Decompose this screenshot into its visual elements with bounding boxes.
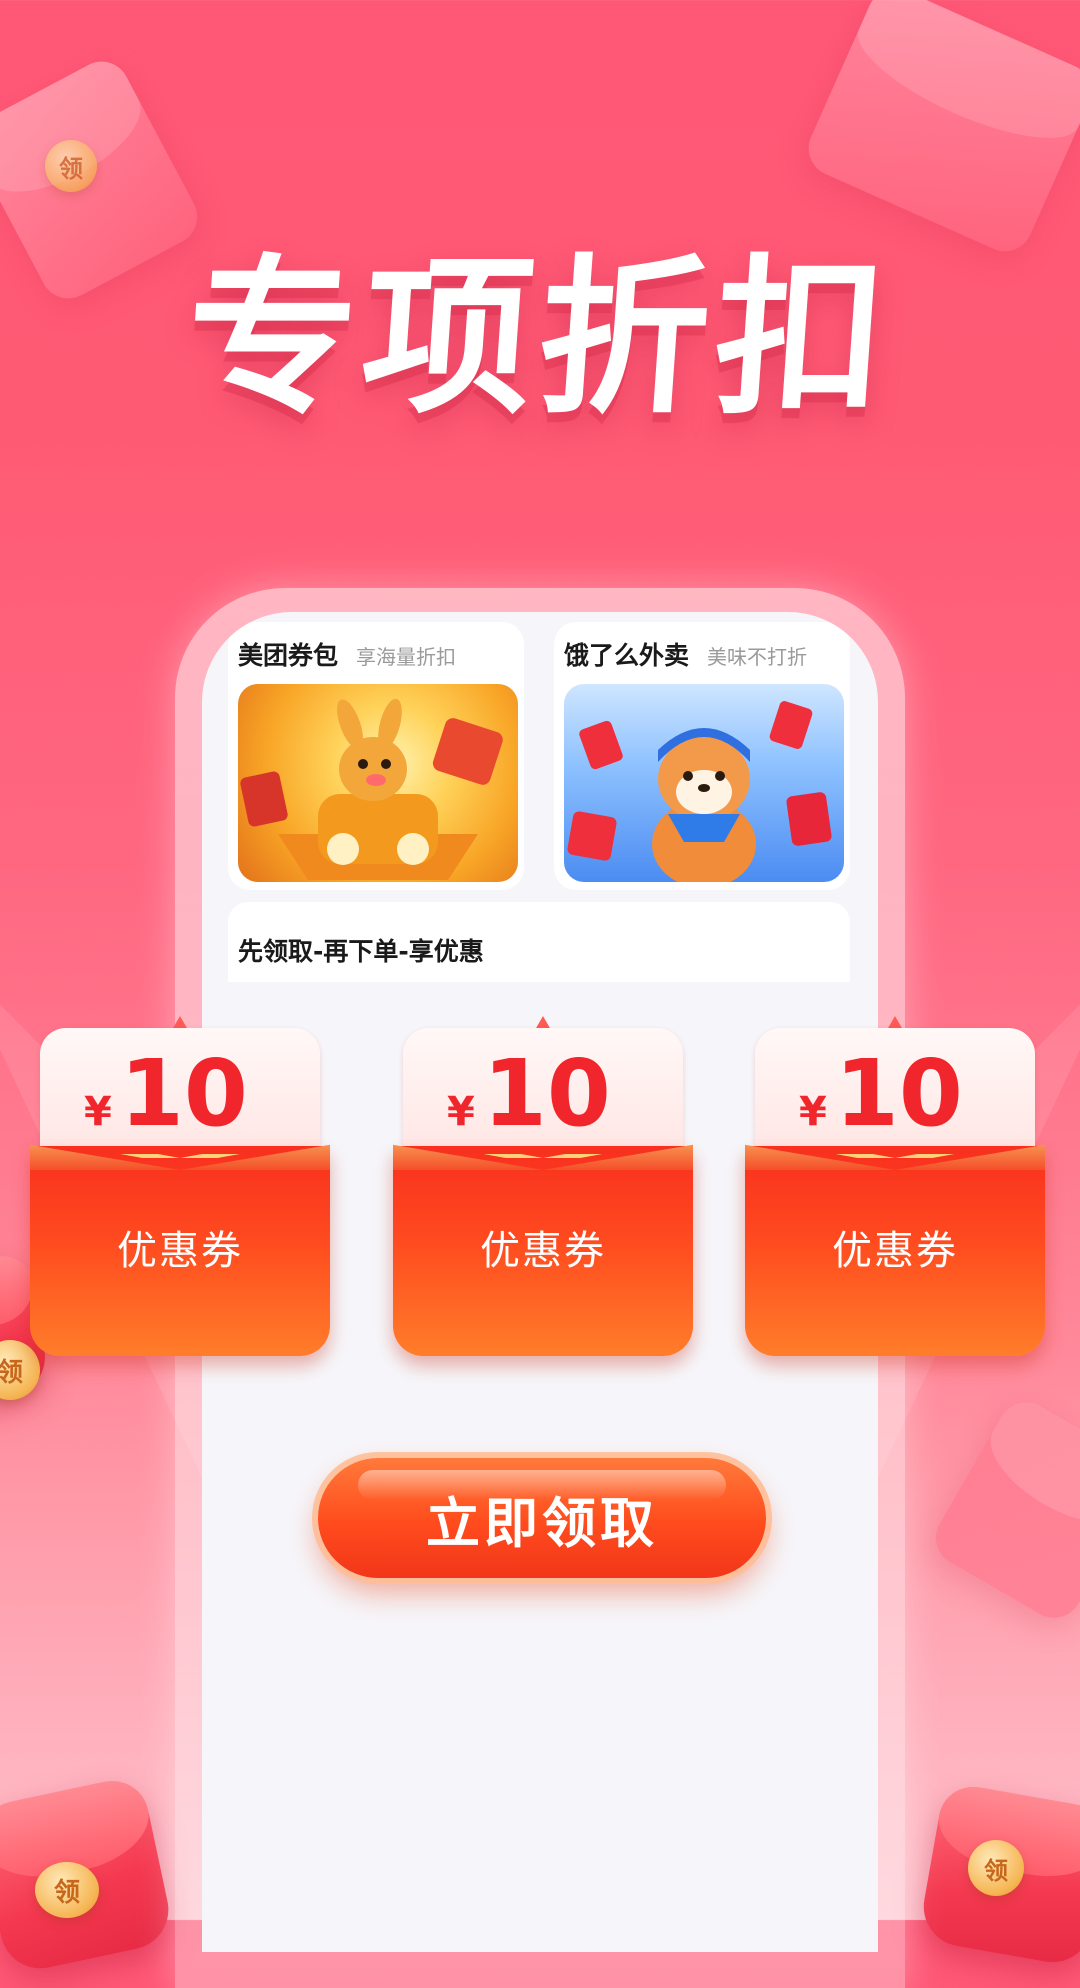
- card-title: 美团券包: [238, 641, 339, 670]
- coupon-card[interactable]: ¥ 10 优惠券: [393, 1016, 693, 1356]
- coupon-label: 优惠券: [117, 1228, 243, 1274]
- decor-envelope-mid-right: [925, 1392, 1080, 1628]
- decor-coin-bottom-left: 领: [35, 1862, 99, 1918]
- coupon-value: 10: [119, 1040, 248, 1147]
- card-header: 美团券包 享海量折扣: [238, 636, 456, 672]
- card-subtitle: 美味不打折: [707, 645, 808, 669]
- coupon-label: 优惠券: [832, 1228, 958, 1274]
- coupon-pocket: 优惠券: [745, 1146, 1045, 1356]
- notice-strip: 先领取-再下单-享优惠: [228, 902, 850, 982]
- coupon-card[interactable]: ¥ 10 优惠券: [30, 1016, 330, 1356]
- notice-text: 先领取-再下单-享优惠: [238, 937, 484, 966]
- card-title: 饿了么外卖: [564, 641, 690, 670]
- eleme-shiba-mascot-image: [564, 684, 844, 882]
- card-subtitle: 享海量折扣: [356, 645, 457, 669]
- coupon-value: 10: [482, 1040, 611, 1147]
- coupon-label: 优惠券: [480, 1228, 606, 1274]
- meituan-kangaroo-mascot-image: [238, 684, 518, 882]
- coupon-pocket: 优惠券: [393, 1146, 693, 1356]
- claim-now-button[interactable]: 立即领取: [318, 1458, 766, 1578]
- coupon-card[interactable]: ¥ 10 优惠券: [745, 1016, 1045, 1356]
- card-meituan[interactable]: 美团券包 享海量折扣: [228, 622, 524, 890]
- coupon-amount: ¥ 10: [799, 1048, 963, 1140]
- currency-symbol: ¥: [84, 1089, 112, 1135]
- currency-symbol: ¥: [447, 1089, 475, 1135]
- coupon-value: 10: [834, 1040, 963, 1147]
- page-title: 专项折扣: [179, 240, 898, 438]
- card-header: 饿了么外卖 美味不打折: [564, 636, 807, 672]
- decor-coin-bottom-right: 领: [968, 1840, 1024, 1896]
- coupon-pocket: 优惠券: [30, 1146, 330, 1356]
- coupon-amount: ¥ 10: [84, 1048, 248, 1140]
- claim-button-label: 立即领取: [426, 1491, 658, 1555]
- currency-symbol: ¥: [799, 1089, 827, 1135]
- card-eleme[interactable]: 饿了么外卖 美味不打折: [554, 622, 850, 890]
- coupon-amount: ¥ 10: [447, 1048, 611, 1140]
- decor-coin-top-left: 领: [45, 140, 97, 192]
